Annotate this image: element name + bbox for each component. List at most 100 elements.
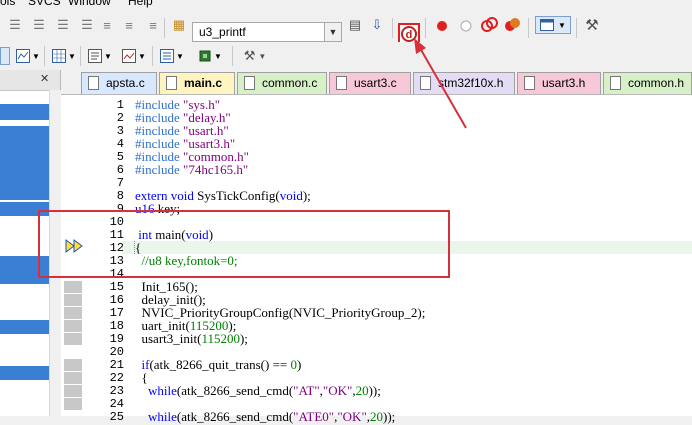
line-number: 18	[109, 319, 124, 333]
code-line[interactable]: #include "74hc165.h"	[135, 162, 248, 178]
logic-analyzer-icon	[122, 49, 137, 63]
options-icon[interactable]: ▤	[346, 16, 364, 34]
tab-label: common.c	[262, 76, 318, 90]
system-viewer-icon	[160, 49, 175, 63]
target-select[interactable]: u3_printf ▼	[192, 22, 342, 42]
line-number: 22	[109, 371, 124, 385]
wrench-icon[interactable]: ⚒	[583, 16, 601, 34]
menu-bar: ols SVCS Window Help	[0, 0, 692, 8]
editor-tabs: apsta.c main.c common.c usart3.c stm32f1…	[61, 70, 692, 95]
tab-label: usart3.c	[354, 76, 397, 90]
tab-label: common.h	[628, 76, 685, 90]
menu-svcs[interactable]: SVCS	[28, 0, 61, 8]
line-number: 3	[116, 124, 124, 138]
find-in-files-icon[interactable]: ≡	[98, 16, 116, 34]
line-number: 25	[109, 410, 124, 424]
window-layout-icon	[540, 19, 555, 31]
svg-text:d: d	[406, 29, 413, 41]
line-number: 15	[109, 280, 124, 294]
line-number: 8	[116, 189, 124, 203]
project-tree-item[interactable]	[0, 320, 49, 334]
tab-label: usart3.h	[542, 76, 586, 90]
menu-tools[interactable]: ols	[0, 0, 15, 8]
code-line[interactable]: while(atk_8266_send_cmd("ATE0","OK",20))…	[135, 409, 395, 425]
project-panel-header: ✕	[0, 70, 60, 91]
code-line[interactable]: usart3_init(115200);	[135, 331, 248, 347]
annotation-box	[38, 210, 450, 278]
line-number: 17	[109, 306, 124, 320]
line-number: 2	[116, 111, 124, 125]
menu-window[interactable]: Window	[68, 0, 111, 8]
bookmark-icon[interactable]: ≡	[120, 16, 138, 34]
watch-window-icon	[88, 49, 103, 63]
chevron-down-icon[interactable]: ▼	[324, 23, 341, 41]
outdent-icon[interactable]: ☰	[30, 16, 48, 34]
toolbar-build: ☰ ☰ ☰ ☰ ≡ ≡ ≡ ▦ u3_printf ▼ ▤ ⇩ d ▼ ⚒	[0, 8, 692, 45]
tab-label: apsta.c	[106, 76, 145, 90]
tab-label: stm32f10x.h	[438, 76, 504, 90]
disable-breakpoint-icon[interactable]	[457, 17, 475, 35]
line-number: 21	[109, 358, 124, 372]
uncomment-icon[interactable]: ☰	[78, 16, 96, 34]
file-icon	[336, 76, 347, 90]
tab-usart3-h[interactable]: usart3.h	[517, 72, 601, 94]
line-number: 4	[116, 137, 124, 151]
project-tree-item[interactable]	[0, 366, 49, 380]
window-layout-button[interactable]: ▼	[535, 16, 571, 34]
serial-window-icon	[16, 49, 31, 63]
code-line[interactable]: while(atk_8266_send_cmd("AT","OK",20));	[135, 383, 381, 399]
view-toggle-button[interactable]	[0, 47, 10, 65]
line-number: 6	[116, 163, 124, 177]
file-icon	[166, 76, 177, 90]
memory-window-button[interactable]: ▼	[50, 47, 78, 65]
file-icon	[610, 76, 621, 90]
menu-help[interactable]: Help	[128, 0, 153, 8]
tab-common-h[interactable]: common.h	[603, 72, 692, 94]
tools-icon: ⚒	[243, 48, 256, 63]
file-icon	[244, 76, 255, 90]
memory-window-icon	[52, 49, 67, 63]
line-number: 19	[109, 332, 124, 346]
project-tree-item[interactable]	[0, 104, 49, 120]
separator	[425, 18, 426, 38]
toolbar-views: ▼ ▼ ▼ ▼ ▼ ▼ ⚒ ▼	[0, 42, 692, 71]
chevron-down-icon: ▼	[558, 20, 566, 30]
debug-icon: d	[401, 26, 417, 42]
line-number: 5	[116, 150, 124, 164]
insert-breakpoint-icon[interactable]	[433, 17, 451, 35]
serial-window-button[interactable]: ▼	[14, 47, 42, 65]
watch-window-button[interactable]: ▼	[86, 47, 114, 65]
line-number: 7	[116, 176, 124, 190]
close-icon[interactable]: ✕	[40, 72, 49, 85]
separator	[528, 18, 529, 38]
disable-all-breakpoints-icon[interactable]	[480, 16, 498, 34]
indent-icon[interactable]: ☰	[6, 16, 24, 34]
file-icon	[88, 76, 99, 90]
line-number: 1	[116, 98, 124, 112]
comment-icon[interactable]: ☰	[54, 16, 72, 34]
code-line[interactable]: if(atk_8266_quit_trans() == 0)	[135, 357, 302, 373]
file-icon	[420, 76, 431, 90]
tools-button[interactable]: ⚒ ▼	[240, 47, 270, 65]
format-icon[interactable]: ≡	[144, 16, 162, 34]
tab-usart3-c[interactable]: usart3.c	[329, 72, 411, 94]
toolbox-button[interactable]: ▼	[196, 47, 224, 65]
separator	[392, 18, 393, 38]
tab-stm32f10x-h[interactable]: stm32f10x.h	[413, 72, 515, 94]
line-number: 23	[109, 384, 124, 398]
line-number: 16	[109, 293, 124, 307]
file-icon	[524, 76, 535, 90]
line-number: 20	[109, 345, 124, 359]
chip-icon	[199, 50, 211, 62]
logic-analyzer-button[interactable]: ▼	[120, 47, 148, 65]
tab-common-c[interactable]: common.c	[237, 72, 327, 94]
kill-all-breakpoints-icon[interactable]	[503, 16, 521, 34]
project-tree-item[interactable]	[0, 126, 49, 200]
tab-apsta-c[interactable]: apsta.c	[81, 72, 157, 94]
separator	[164, 18, 165, 38]
target-select-value: u3_printf	[199, 25, 246, 39]
download-icon[interactable]: ⇩	[368, 16, 386, 34]
system-viewer-button[interactable]: ▼	[158, 47, 186, 65]
open-folder-icon[interactable]: ▦	[170, 16, 188, 34]
tab-main-c[interactable]: main.c	[159, 72, 235, 94]
